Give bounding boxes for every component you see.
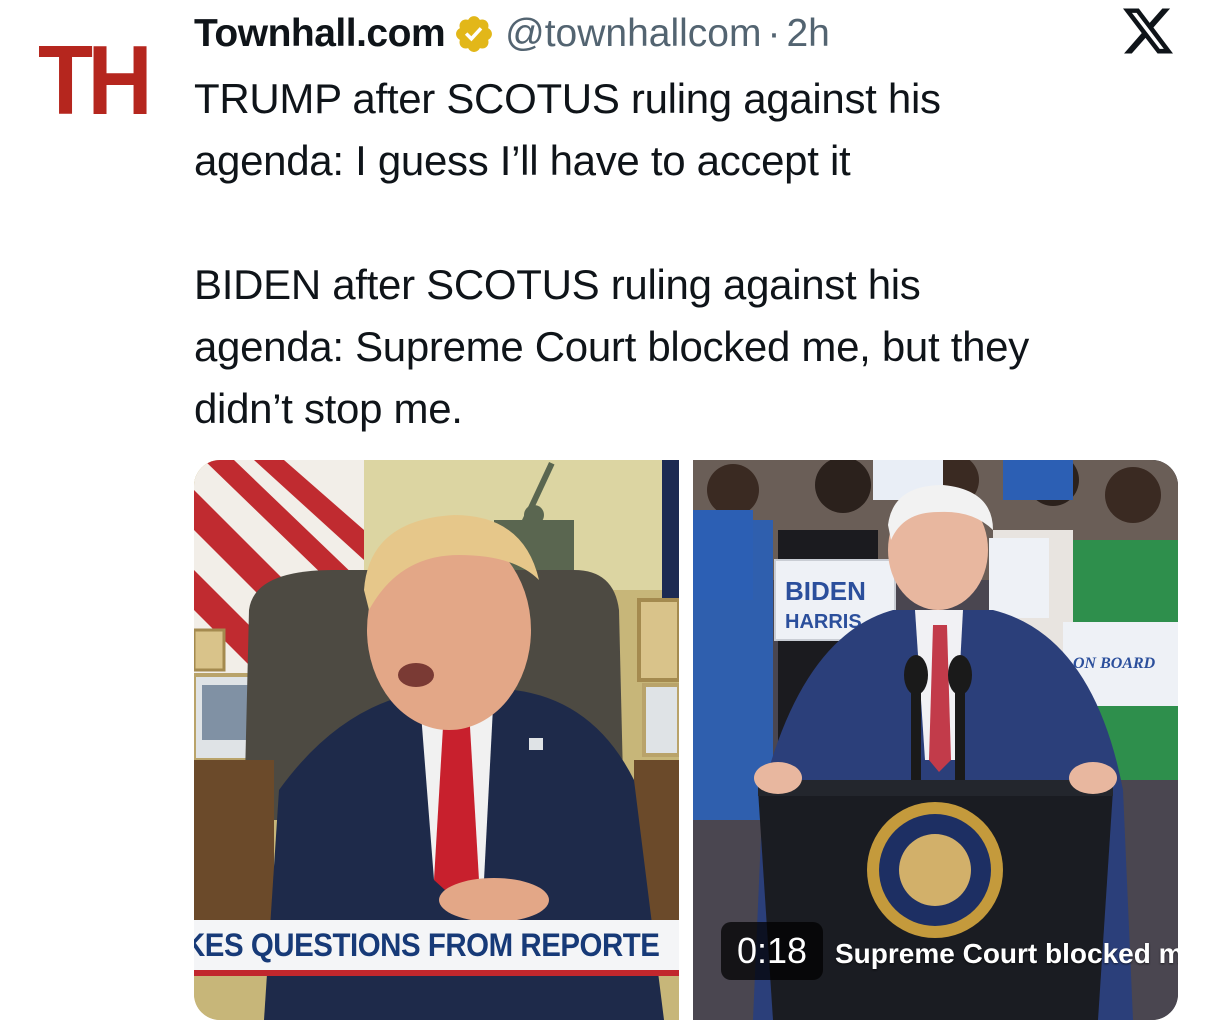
sign-biden: BIDEN bbox=[785, 576, 866, 606]
media-grid: KES QUESTIONS FROM REPORTE BIDEN HARRIS … bbox=[194, 460, 1178, 1020]
timestamp[interactable]: 2h bbox=[786, 12, 829, 56]
tweet-text: TRUMP after SCOTUS ruling against his ag… bbox=[194, 68, 1184, 440]
tweet-line: agenda: I guess I’ll have to accept it bbox=[194, 137, 851, 184]
display-name[interactable]: Townhall.com bbox=[194, 12, 446, 56]
handle[interactable]: @townhallcom bbox=[505, 12, 761, 56]
tweet-line: BIDEN after SCOTUS ruling against his bbox=[194, 261, 921, 308]
chyron-text: KES QUESTIONS FROM REPORTE bbox=[194, 926, 660, 963]
tweet-line: TRUMP after SCOTUS ruling against his bbox=[194, 75, 941, 122]
caption-text: Supreme Court blocked me bbox=[835, 938, 1178, 969]
x-logo-icon[interactable] bbox=[1122, 6, 1174, 56]
tweet-header: Townhall.com @townhallcom · 2h bbox=[194, 6, 830, 62]
verified-badge-icon bbox=[456, 16, 493, 52]
media-image-left[interactable]: KES QUESTIONS FROM REPORTE bbox=[194, 460, 679, 1020]
separator-dot: · bbox=[767, 12, 781, 55]
tweet-line: agenda: Supreme Court blocked me, but th… bbox=[194, 323, 1029, 370]
video-duration: 0:18 bbox=[737, 930, 808, 971]
video-duration-badge: 0:18 bbox=[721, 922, 824, 980]
avatar[interactable]: TH bbox=[38, 25, 156, 135]
avatar-logo: TH bbox=[38, 25, 153, 135]
tweet-line: didn’t stop me. bbox=[194, 385, 463, 432]
news-chyron: KES QUESTIONS FROM REPORTE bbox=[194, 920, 679, 976]
video-caption: Supreme Court blocked me bbox=[835, 938, 1178, 970]
media-video-right[interactable]: BIDEN HARRIS ON BOARD 0:18 Supreme Court… bbox=[693, 460, 1178, 1020]
sign-harris: HARRIS bbox=[785, 611, 862, 633]
sign-on-board: ON BOARD bbox=[1073, 655, 1156, 672]
